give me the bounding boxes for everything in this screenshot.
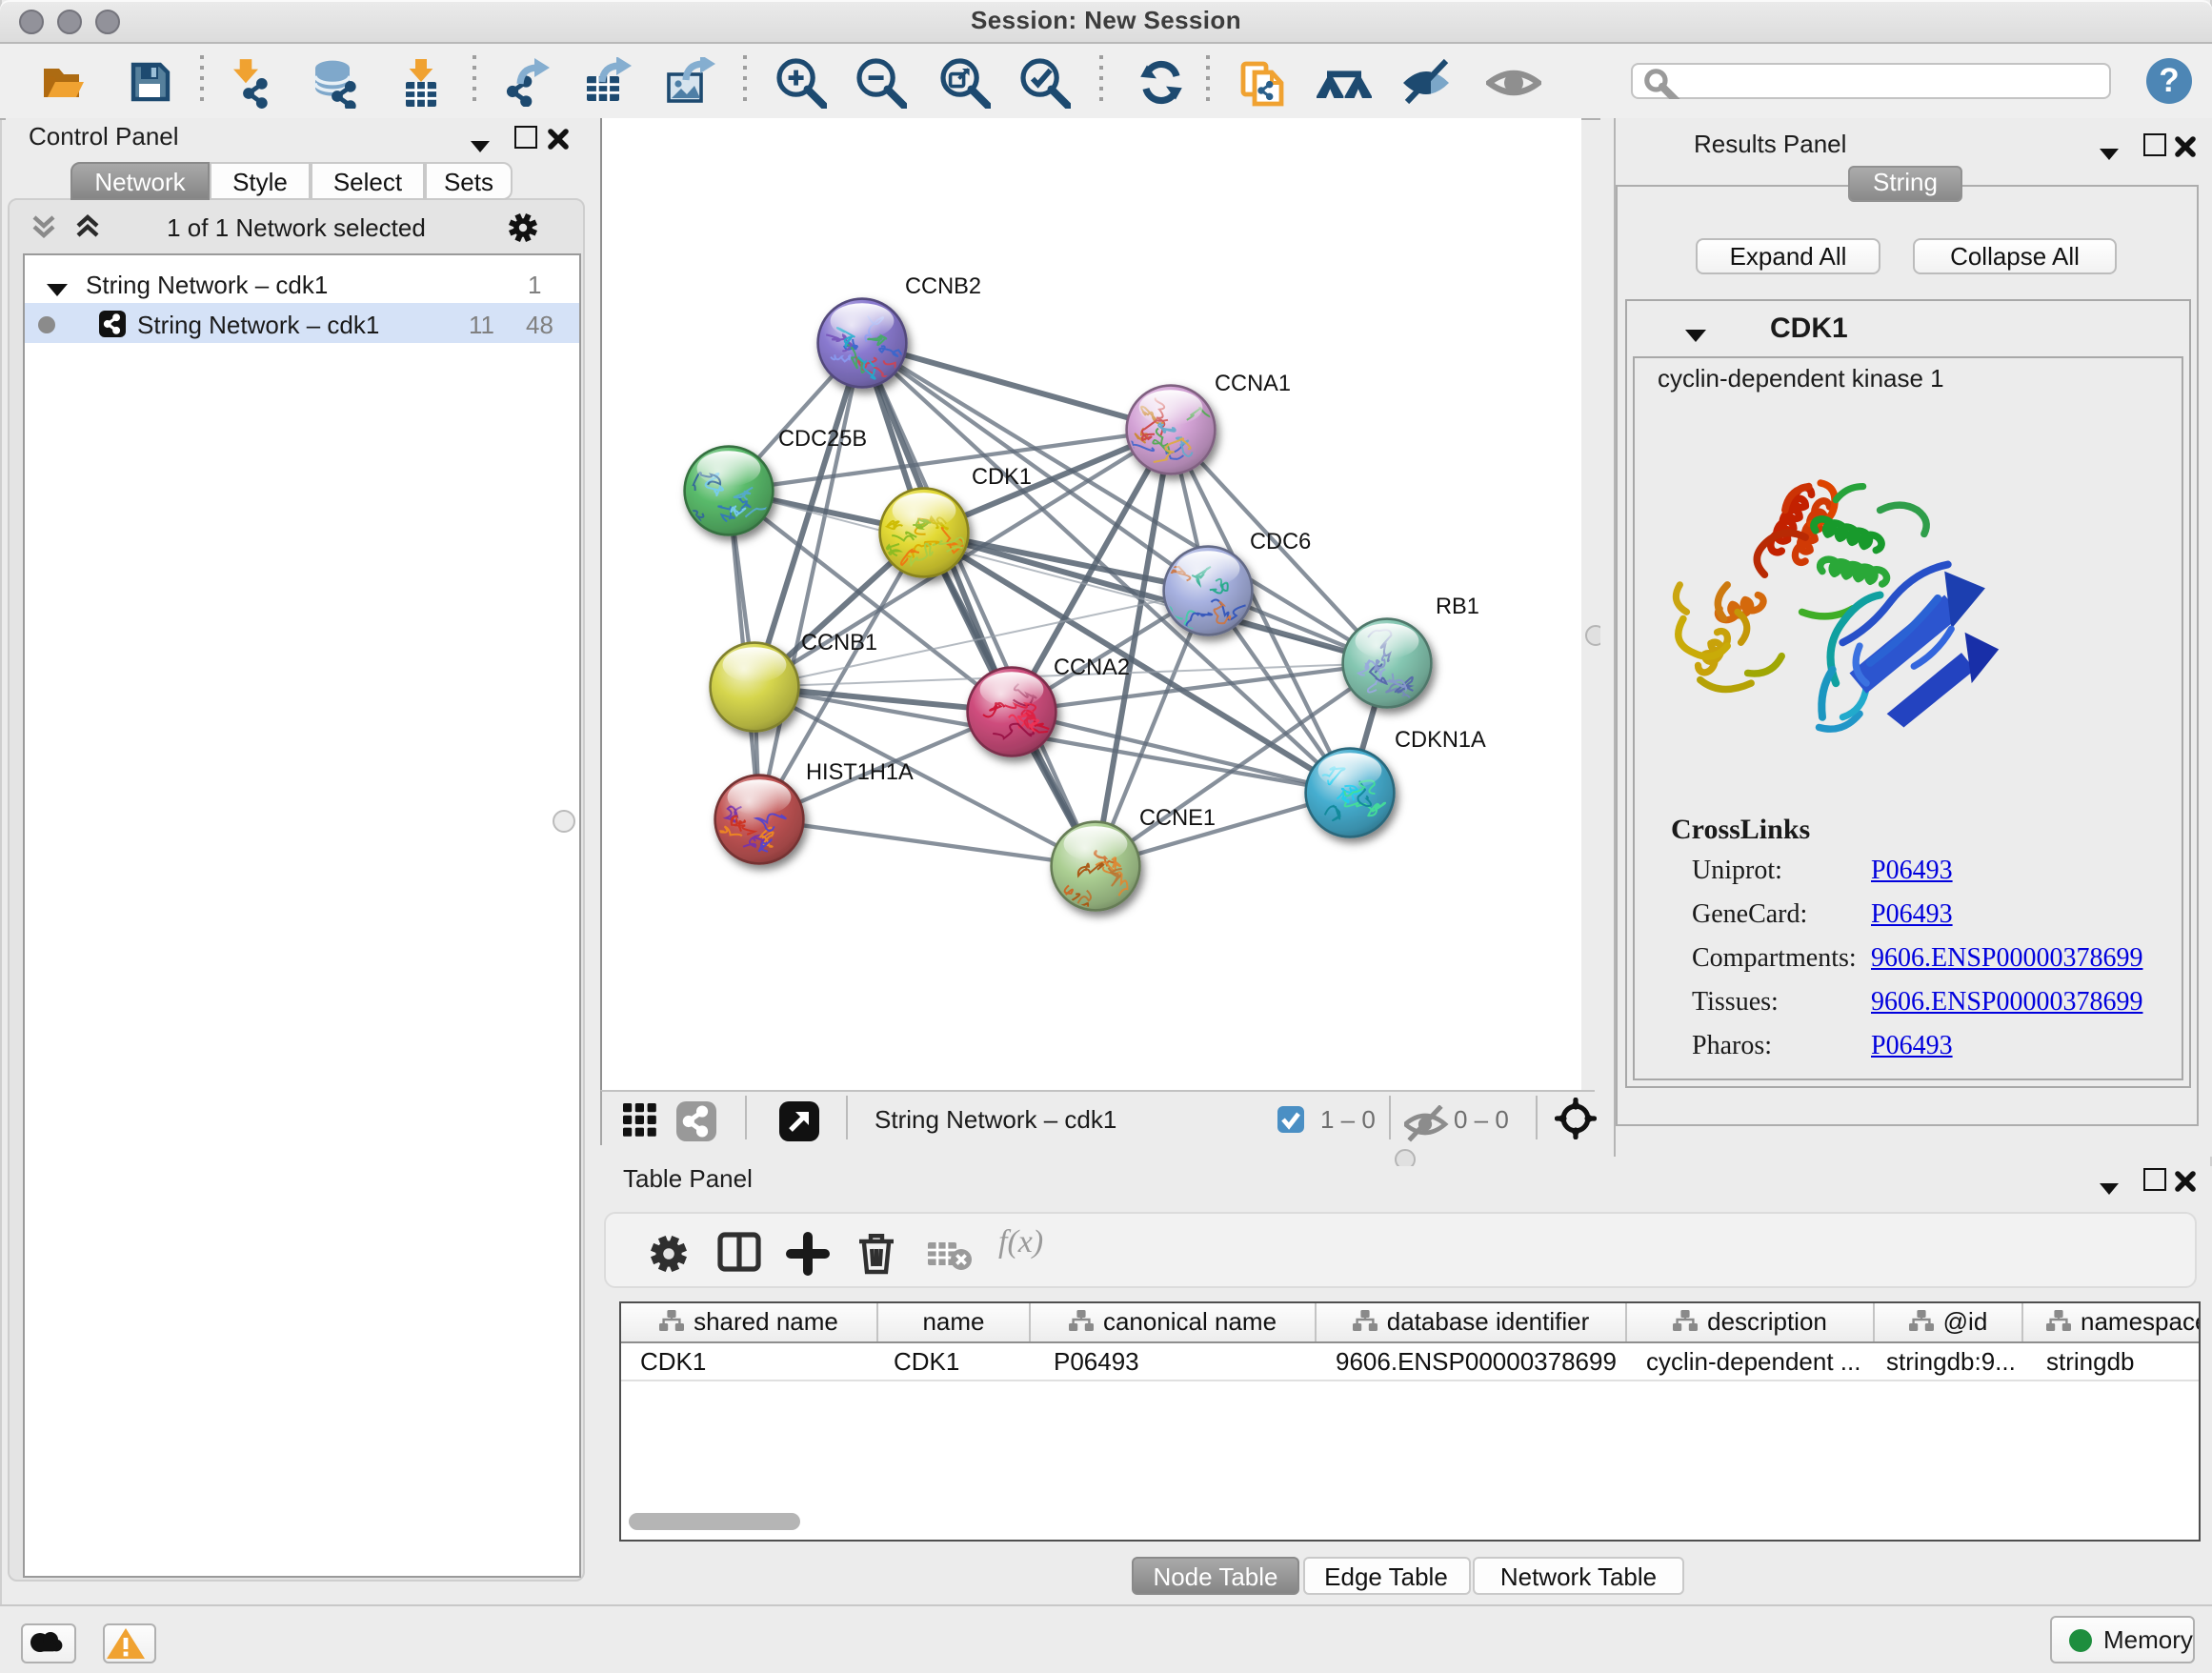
svg-text:CCNA2: CCNA2: [1054, 655, 1130, 680]
svg-text:CDC6: CDC6: [1250, 530, 1311, 554]
svg-text:CCNB2: CCNB2: [905, 274, 981, 299]
svg-text:CDC25B: CDC25B: [778, 427, 867, 452]
svg-text:CCNB1: CCNB1: [801, 631, 877, 655]
svg-text:HIST1H1A: HIST1H1A: [806, 760, 914, 785]
svg-text:RB1: RB1: [1436, 595, 1479, 619]
svg-text:CDKN1A: CDKN1A: [1395, 728, 1486, 753]
svg-text:CCNA1: CCNA1: [1215, 372, 1291, 396]
svg-text:?: ?: [2159, 62, 2179, 99]
svg-text:CCNE1: CCNE1: [1139, 806, 1216, 831]
svg-text:CDK1: CDK1: [972, 465, 1032, 490]
